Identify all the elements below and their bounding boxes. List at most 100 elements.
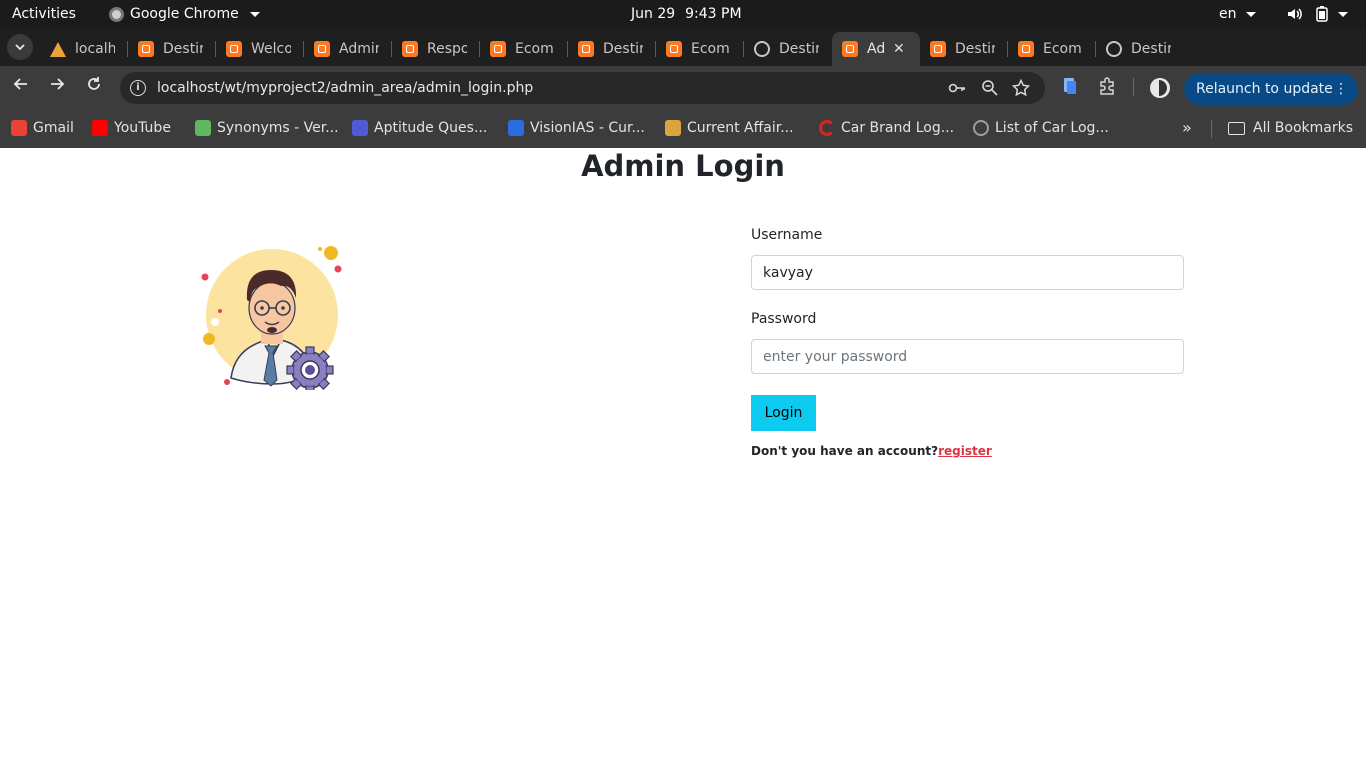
xampp-icon	[930, 41, 946, 57]
address-bar[interactable]: i localhost/wt/myproject2/admin_area/adm…	[120, 72, 1045, 104]
browser-tab[interactable]: Respo	[392, 32, 480, 66]
chevron-down-icon	[249, 11, 260, 17]
profile-avatar[interactable]	[1150, 78, 1170, 98]
extensions-puzzle-icon[interactable]	[1098, 77, 1116, 99]
clock-time: 9:43 PM	[685, 6, 742, 22]
all-bookmarks-label: All Bookmarks	[1253, 120, 1354, 136]
all-bookmarks-button[interactable]: All Bookmarks	[1228, 118, 1353, 138]
bookmark-item[interactable]: YouTube	[92, 118, 171, 138]
browser-tab[interactable]: Ecomr	[656, 32, 744, 66]
gmail-icon	[11, 120, 27, 136]
bookmark-item[interactable]: Current Affair...	[665, 118, 794, 138]
username-input[interactable]	[751, 255, 1184, 290]
clock[interactable]: Jun 29 9:43 PM	[631, 0, 742, 28]
register-prompt: Don't you have an account?register	[751, 444, 992, 458]
tab-title: Admir	[339, 41, 379, 57]
page-title: Admin Login	[581, 149, 785, 183]
browser-tab[interactable]: Welco	[216, 32, 304, 66]
tab-title: Ecomr	[1043, 41, 1083, 57]
localhost-icon	[50, 41, 66, 57]
tab-strip: localh Destir Welco Admir Respo Ecomr Destir Ec…	[0, 28, 1366, 85]
bookmark-star-icon[interactable]	[1011, 78, 1031, 101]
tab-title: localh	[75, 41, 115, 57]
youtube-icon	[92, 120, 108, 136]
tab-title: Ecomr	[515, 41, 555, 57]
browser-tab[interactable]: Destir	[128, 32, 216, 66]
bookmark-item[interactable]: Synonyms - Ver...	[195, 118, 339, 138]
tab-title: Destir	[163, 41, 203, 57]
bookmark-item[interactable]: VisionIAS - Cur...	[508, 118, 645, 138]
forward-button[interactable]	[49, 76, 65, 97]
browser-tab[interactable]: localh	[40, 32, 128, 66]
system-top-bar: Activities Google Chrome Jun 29 9:43 PM e…	[0, 0, 1366, 28]
activities-button[interactable]: Activities	[12, 0, 76, 28]
aptitude-icon	[352, 120, 368, 136]
more-vert-icon: ⋮	[1334, 81, 1348, 97]
globe-icon	[973, 120, 989, 136]
reload-button[interactable]	[86, 76, 102, 97]
browser-toolbar: i localhost/wt/myproject2/admin_area/adm…	[0, 66, 1366, 107]
bookmark-label: VisionIAS - Cur...	[530, 120, 645, 136]
bookmark-label: Aptitude Ques...	[374, 120, 488, 136]
bookmarks-overflow-icon[interactable]: »	[1182, 118, 1192, 137]
language-label: en	[1219, 6, 1237, 22]
volume-icon[interactable]	[1286, 0, 1302, 28]
back-button[interactable]	[13, 76, 29, 97]
chrome-icon	[109, 6, 124, 22]
bookmark-item[interactable]: Aptitude Ques...	[352, 118, 487, 138]
visionias-icon	[508, 120, 524, 136]
url-text[interactable]: localhost/wt/myproject2/admin_area/admin…	[157, 72, 533, 104]
browser-tab[interactable]: Destir	[920, 32, 1008, 66]
tab-title: Welco	[251, 41, 291, 57]
browser-tab[interactable]: Ecomr	[480, 32, 568, 66]
extension-doc-icon[interactable]	[1062, 77, 1078, 99]
zoom-icon[interactable]	[981, 79, 999, 101]
chevron-down-icon	[1245, 11, 1256, 17]
xampp-icon	[1018, 41, 1034, 57]
battery-icon[interactable]	[1316, 0, 1328, 28]
close-tab-icon[interactable]: ✕	[893, 41, 905, 57]
browser-tab[interactable]: Ad ✕	[832, 32, 920, 66]
browser-tab[interactable]: Destir	[1096, 32, 1184, 66]
key-icon[interactable]	[948, 79, 966, 101]
system-menu-chevron-icon[interactable]	[1338, 0, 1348, 28]
xampp-icon	[226, 41, 242, 57]
bookmark-item[interactable]: List of Car Log...	[973, 118, 1109, 138]
tab-title: Destir	[779, 41, 819, 57]
tab-title: Ecomr	[691, 41, 731, 57]
bookmarks-divider	[1211, 120, 1212, 138]
login-button[interactable]: Login	[751, 395, 816, 431]
password-input[interactable]	[751, 339, 1184, 374]
input-language[interactable]: en	[1219, 0, 1256, 28]
folder-icon	[1228, 121, 1245, 135]
toolbar-divider	[1133, 78, 1134, 96]
username-label: Username	[751, 227, 823, 243]
app-name: Google Chrome	[130, 6, 239, 22]
relaunch-label: Relaunch to update	[1196, 81, 1333, 97]
app-menu[interactable]: Google Chrome	[109, 0, 260, 28]
tab-search-button[interactable]	[7, 34, 33, 60]
browser-tab[interactable]: Ecomr	[1008, 32, 1096, 66]
xampp-icon	[490, 41, 506, 57]
tab-title: Respo	[427, 41, 467, 57]
xampp-icon	[578, 41, 594, 57]
bookmark-item[interactable]: Car Brand Log...	[819, 118, 954, 138]
register-link[interactable]: register	[938, 444, 992, 458]
browser-tab[interactable]: Admir	[304, 32, 392, 66]
admin-avatar-illustration	[201, 246, 342, 390]
register-prompt-text: Don't you have an account?	[751, 444, 939, 458]
tab-title: Destir	[603, 41, 643, 57]
tab-title: Destir	[955, 41, 995, 57]
tab-title: Destir	[1131, 41, 1171, 57]
bookmark-label: List of Car Log...	[995, 120, 1109, 136]
car-brand-icon	[819, 120, 835, 136]
relaunch-update-button[interactable]: Relaunch to update ⋮	[1184, 73, 1358, 105]
browser-tab[interactable]: Destir	[568, 32, 656, 66]
site-info-icon[interactable]: i	[130, 80, 146, 96]
xampp-icon	[314, 41, 330, 57]
xampp-icon	[402, 41, 418, 57]
browser-tab[interactable]: Destir	[744, 32, 832, 66]
bookmark-item[interactable]: Gmail	[11, 118, 74, 138]
bookmark-label: Car Brand Log...	[841, 120, 955, 136]
xampp-icon	[138, 41, 154, 57]
